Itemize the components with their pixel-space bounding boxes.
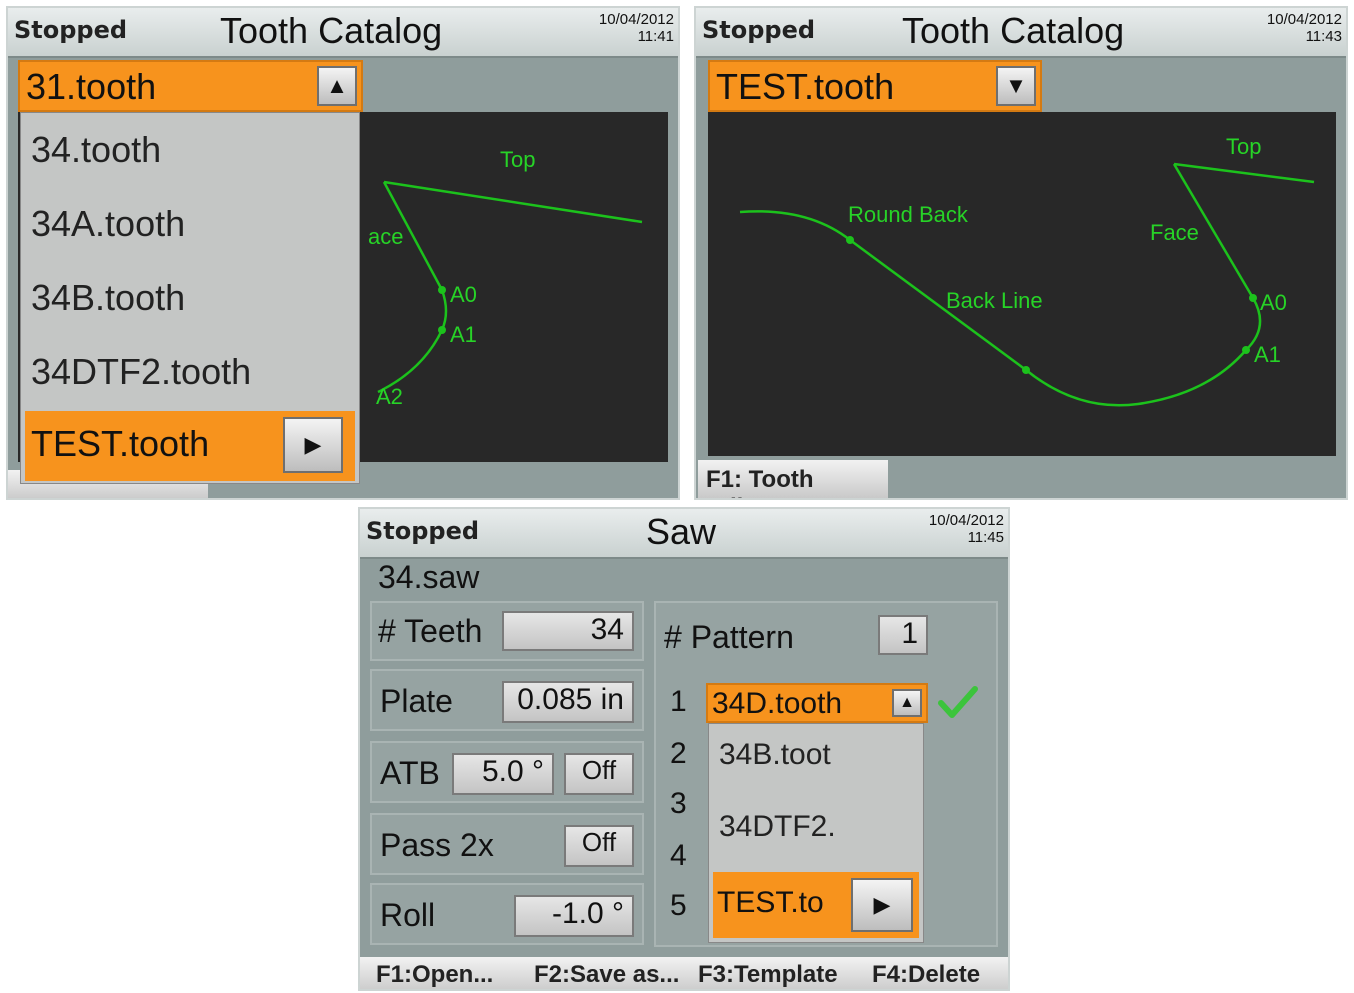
tooth-select[interactable]: 31.tooth ▲ bbox=[18, 60, 363, 112]
pattern-group: # Pattern 1 1 2 3 4 5 34D.tooth ▲ 34B.to… bbox=[654, 601, 998, 947]
right-arrow-icon[interactable]: ▶ bbox=[851, 878, 913, 932]
dropdown-item[interactable]: 34DTF2.tooth bbox=[21, 351, 359, 393]
roll-group: Roll -1.0 ° bbox=[370, 883, 644, 945]
right-arrow-icon[interactable]: ▶ bbox=[283, 417, 343, 473]
tooth-select-value: TEST.tooth bbox=[716, 66, 895, 107]
title-bar: Stopped Tooth Catalog 10/04/2012 11:41 bbox=[8, 8, 678, 58]
status-label: Stopped bbox=[366, 517, 480, 545]
datetime: 10/04/2012 11:45 bbox=[929, 512, 1004, 546]
pass-group: Pass 2x Off bbox=[370, 813, 644, 875]
atb-group: ATB 5.0 ° Off bbox=[370, 741, 644, 803]
pattern-input[interactable]: 1 bbox=[878, 615, 928, 655]
dropdown-item-selected[interactable]: TEST.tooth ▶ bbox=[25, 411, 355, 481]
dropdown-item-selected[interactable]: TEST.to ▶ bbox=[713, 872, 919, 938]
datetime: 10/04/2012 11:41 bbox=[599, 11, 674, 45]
plate-input[interactable]: 0.085 in bbox=[502, 681, 634, 723]
label-top: Top bbox=[1226, 134, 1261, 159]
label-top: Top bbox=[500, 147, 535, 172]
label-back-line: Back Line bbox=[946, 288, 1043, 313]
plate-label: Plate bbox=[380, 683, 453, 719]
dropdown-item-label: TEST.to bbox=[717, 886, 824, 919]
fkey-label: F1: Tooth Editor bbox=[706, 466, 814, 498]
screen-title: Saw bbox=[646, 511, 717, 552]
time-label: 11:41 bbox=[637, 28, 674, 45]
fkey-bar: F1:Open... F2:Save as... F3:Template F4:… bbox=[360, 957, 1008, 989]
tooth-catalog-panel-1: Stopped Tooth Catalog 10/04/2012 11:41 T… bbox=[6, 6, 680, 500]
f4-delete-button[interactable]: F4:Delete bbox=[872, 961, 980, 989]
pattern-tooth-select[interactable]: 34D.tooth ▲ bbox=[706, 683, 928, 723]
pass-toggle[interactable]: Off bbox=[564, 825, 634, 867]
datetime: 10/04/2012 11:43 bbox=[1267, 11, 1342, 45]
teeth-input[interactable]: 34 bbox=[502, 611, 634, 651]
tooth-catalog-panel-2: Stopped Tooth Catalog 10/04/2012 11:43 T… bbox=[694, 6, 1348, 500]
tooth-select[interactable]: TEST.tooth ▼ bbox=[708, 60, 1042, 112]
title-bar: Stopped Saw 10/04/2012 11:45 bbox=[360, 509, 1008, 559]
screen-title: Tooth Catalog bbox=[220, 10, 443, 51]
tooth-profile-drawing: Top Round Back Face Back Line A0 A1 bbox=[739, 134, 1315, 407]
dropdown-item[interactable]: 34.tooth bbox=[21, 129, 359, 171]
up-arrow-icon[interactable]: ▲ bbox=[892, 689, 922, 717]
atb-label: ATB bbox=[380, 755, 440, 791]
row-number: 5 bbox=[670, 889, 687, 922]
status-label: Stopped bbox=[702, 16, 816, 44]
label-a2: A2 bbox=[376, 384, 403, 409]
tooth-select-value: 31.tooth bbox=[26, 66, 157, 107]
label-face: ace bbox=[368, 224, 403, 249]
roll-input[interactable]: -1.0 ° bbox=[514, 895, 634, 937]
tooth-dropdown-list: 34.tooth 34A.tooth 34B.tooth 34DTF2.toot… bbox=[20, 112, 360, 484]
row-number: 1 bbox=[670, 685, 687, 718]
f2-save-as-button[interactable]: F2:Save as... bbox=[534, 961, 679, 989]
dropdown-item[interactable]: 34B.toot bbox=[709, 738, 923, 772]
pass-label: Pass 2x bbox=[380, 827, 494, 863]
label-a1: A1 bbox=[1254, 342, 1281, 367]
screen-title: Tooth Catalog bbox=[902, 10, 1125, 51]
date-label: 10/04/2012 bbox=[1266, 11, 1342, 28]
pattern-label: # Pattern bbox=[664, 619, 794, 655]
dropdown-item[interactable]: 34A.tooth bbox=[21, 203, 359, 245]
label-a0: A0 bbox=[450, 282, 477, 307]
label-a0: A0 bbox=[1260, 290, 1287, 315]
time-label: 11:43 bbox=[1305, 28, 1342, 45]
dropdown-item-label: TEST.tooth bbox=[31, 423, 210, 464]
plate-group: Plate 0.085 in bbox=[370, 669, 644, 731]
saw-panel: Stopped Saw 10/04/2012 11:45 34.saw # Te… bbox=[358, 507, 1010, 991]
date-label: 10/04/2012 bbox=[928, 512, 1004, 529]
f1-tooth-editor-button[interactable]: F1: Tooth Editor bbox=[698, 460, 888, 498]
f1-open-button[interactable]: F1:Open... bbox=[376, 961, 493, 989]
up-arrow-icon[interactable]: ▲ bbox=[317, 66, 357, 106]
tooth-profile-canvas: Top Round Back Face Back Line A0 A1 bbox=[708, 112, 1336, 456]
label-round-back: Round Back bbox=[848, 202, 969, 227]
row-number: 3 bbox=[670, 787, 687, 820]
roll-label: Roll bbox=[380, 897, 436, 933]
row-number: 4 bbox=[670, 839, 687, 872]
saw-name: 34.saw bbox=[378, 559, 480, 595]
status-label: Stopped bbox=[14, 16, 128, 44]
label-a1: A1 bbox=[450, 322, 477, 347]
teeth-label: # Teeth bbox=[378, 613, 483, 649]
dropdown-item[interactable]: 34B.tooth bbox=[21, 277, 359, 319]
dropdown-item[interactable]: 34DTF2. bbox=[709, 810, 923, 844]
time-label: 11:45 bbox=[967, 529, 1004, 546]
checkmark-icon bbox=[938, 686, 978, 718]
date-label: 10/04/2012 bbox=[598, 11, 674, 28]
f3-template-button[interactable]: F3:Template bbox=[698, 961, 838, 989]
atb-input[interactable]: 5.0 ° bbox=[452, 753, 554, 795]
pattern-dropdown-list: 34B.toot 34DTF2. TEST.to ▶ bbox=[708, 723, 924, 943]
label-face: Face bbox=[1150, 220, 1199, 245]
atb-toggle[interactable]: Off bbox=[564, 753, 634, 795]
down-arrow-icon[interactable]: ▼ bbox=[996, 66, 1036, 106]
teeth-group: # Teeth 34 bbox=[370, 601, 644, 661]
pattern-tooth-value: 34D.tooth bbox=[712, 687, 843, 720]
row-number: 2 bbox=[670, 737, 687, 770]
title-bar: Stopped Tooth Catalog 10/04/2012 11:43 bbox=[696, 8, 1346, 58]
